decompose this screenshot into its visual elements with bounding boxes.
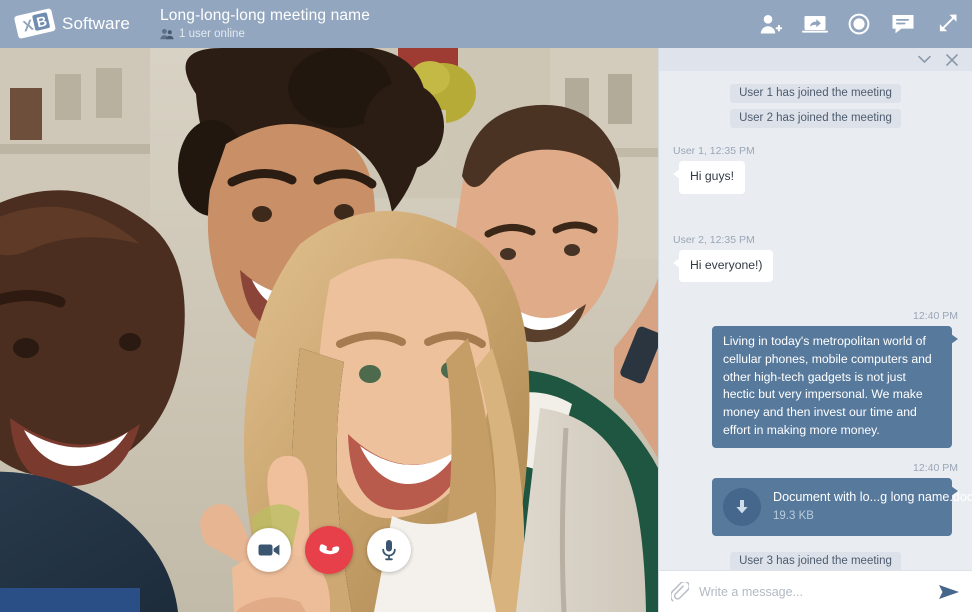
add-participant-button[interactable] bbox=[756, 9, 786, 39]
meeting-info: Long-long-long meeting name 1 user onlin… bbox=[160, 7, 370, 41]
send-arrow-icon bbox=[939, 584, 959, 599]
message-group: 12:40 PM Document with lo...g long name.… bbox=[673, 461, 972, 536]
app-header: X B Software Long-long-long meeting name… bbox=[0, 0, 972, 48]
chat-panel: User 1 has joined the meeting User 2 has… bbox=[658, 48, 972, 612]
chevron-down-icon bbox=[917, 55, 931, 63]
xb-logo-icon: X B bbox=[14, 8, 56, 39]
chat-bubble-icon bbox=[892, 15, 914, 34]
message-group: 12:40 PM Living in today's metropolitan … bbox=[673, 310, 958, 448]
message-row: Hi guys! bbox=[672, 161, 958, 194]
file-name: Document with lo...g long name.doc bbox=[773, 490, 972, 505]
phone-hangup-icon bbox=[319, 544, 340, 555]
share-screen-button[interactable] bbox=[800, 9, 830, 39]
system-message: User 1 has joined the meeting bbox=[730, 84, 901, 103]
header-actions bbox=[756, 0, 962, 48]
download-arrow-icon[interactable] bbox=[723, 487, 761, 526]
chat-panel-header bbox=[659, 48, 972, 71]
end-call-button[interactable] bbox=[305, 526, 353, 574]
system-message-row: User 3 has joined the meeting bbox=[673, 551, 958, 570]
outgoing-file-bubble[interactable]: Document with lo...g long name.doc 19.3 … bbox=[712, 477, 972, 536]
close-icon bbox=[946, 53, 958, 66]
person-add-icon bbox=[760, 15, 783, 34]
record-button[interactable] bbox=[844, 9, 874, 39]
send-message-button[interactable] bbox=[938, 583, 960, 601]
incoming-message-bubble[interactable]: Hi guys! bbox=[672, 161, 746, 194]
video-camera-icon bbox=[258, 544, 280, 556]
record-circle-icon bbox=[848, 13, 870, 35]
incoming-message-bubble[interactable]: Hi everyone!) bbox=[672, 249, 774, 283]
file-size: 19.3 KB bbox=[773, 510, 814, 523]
brand-name: Software bbox=[62, 14, 130, 33]
message-input[interactable] bbox=[699, 584, 928, 599]
message-meta: User 2, 12:35 PM bbox=[673, 233, 755, 246]
video-stage[interactable] bbox=[0, 48, 658, 612]
video-conference-app: X B Software Long-long-long meeting name… bbox=[0, 0, 972, 612]
screen-share-icon bbox=[802, 16, 828, 33]
attach-file-button[interactable] bbox=[671, 581, 689, 602]
system-message: User 2 has joined the meeting bbox=[730, 109, 901, 128]
message-composer bbox=[659, 570, 972, 612]
people-icon bbox=[160, 29, 174, 40]
file-info: Document with lo...g long name.doc 19.3 … bbox=[773, 488, 972, 525]
system-message: User 3 has joined the meeting bbox=[730, 551, 901, 570]
message-row: Hi everyone!) bbox=[672, 249, 958, 283]
message-meta: User 1, 12:35 PM bbox=[673, 145, 755, 157]
paperclip-icon bbox=[671, 581, 689, 601]
message-group: User 2, 12:35 PM Hi everyone!) bbox=[672, 233, 958, 283]
close-chat-button[interactable] bbox=[944, 52, 960, 68]
collapse-chat-button[interactable] bbox=[916, 52, 932, 68]
message-meta: 12:40 PM bbox=[913, 310, 958, 323]
message-row: Document with lo...g long name.doc 19.3 … bbox=[673, 477, 972, 536]
toggle-microphone-button[interactable] bbox=[367, 528, 411, 572]
call-controls bbox=[0, 526, 658, 574]
toggle-chat-button[interactable] bbox=[888, 9, 918, 39]
download-arrow-glyph bbox=[736, 499, 748, 513]
system-message-row: User 1 has joined the meeting bbox=[673, 84, 958, 103]
meeting-title: Long-long-long meeting name bbox=[160, 6, 370, 24]
message-meta: 12:40 PM bbox=[913, 461, 958, 474]
message-row: Living in today's metropolitan world of … bbox=[673, 326, 958, 448]
brand-logo: X B Software bbox=[14, 4, 142, 44]
toggle-camera-button[interactable] bbox=[247, 528, 291, 572]
expand-arrows-icon bbox=[939, 14, 957, 32]
chat-messages-list[interactable]: User 1 has joined the meeting User 2 has… bbox=[659, 71, 972, 570]
microphone-icon bbox=[382, 540, 396, 561]
message-group: User 1, 12:35 PM Hi guys! bbox=[672, 145, 958, 194]
outgoing-message-bubble[interactable]: Living in today's metropolitan world of … bbox=[712, 326, 958, 448]
users-online-count: 1 user online bbox=[179, 27, 245, 40]
fullscreen-button[interactable] bbox=[932, 9, 962, 39]
system-message-row: User 2 has joined the meeting bbox=[673, 109, 958, 128]
meeting-subtitle: 1 user online bbox=[160, 28, 370, 41]
